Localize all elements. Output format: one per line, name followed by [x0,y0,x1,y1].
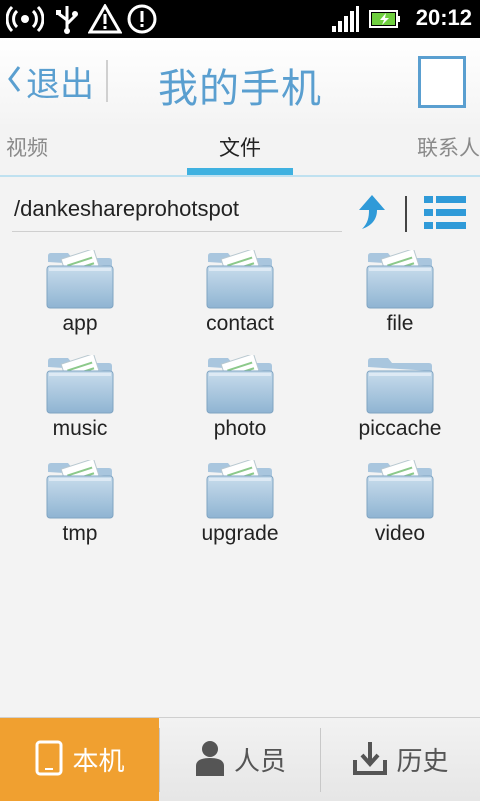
folder-icon [366,460,434,519]
folder-name: video [374,522,426,545]
path-underline [12,231,342,232]
nav-history[interactable]: 历史 [321,718,480,801]
folder-item[interactable]: piccache [320,355,480,441]
nav-people[interactable]: 人员 [160,718,320,801]
folder-icon [206,460,274,519]
tab-files[interactable]: 文件 [0,132,480,162]
signal-icon [330,4,360,38]
tab-contacts[interactable]: 联系人 [417,132,480,162]
folder-item[interactable]: upgrade [160,460,320,546]
folder-name: piccache [358,417,442,440]
current-path: /dankeshareprohotspot [14,196,240,221]
folder-name: photo [213,417,267,440]
folder-icon [206,355,274,414]
nav-local[interactable]: 本机 [0,718,159,801]
list-view-button[interactable] [424,194,466,236]
nav-people-label: 人员 [233,747,286,777]
folder-name: file [386,312,414,335]
battery-charging-icon [368,4,402,38]
usb-icon [54,4,80,38]
alert-icon [126,4,158,38]
folder-item[interactable]: video [320,460,480,546]
folder-item[interactable]: music [0,355,160,441]
status-time: 20:12 [415,5,472,30]
folder-icon [46,355,114,414]
folder-icon [46,460,114,519]
arrow-up-icon [356,195,388,236]
folder-name: music [52,417,108,440]
folder-name: contact [206,312,274,335]
folder-name: tmp [62,522,98,545]
page-title: 我的手机 [158,66,322,112]
folder-icon [366,250,434,309]
tabs-divider [0,175,480,177]
folder-icon [46,250,114,309]
folder-item[interactable]: contact [160,250,320,336]
hotspot-icon [5,4,45,38]
folder-icon [366,358,434,414]
up-directory-button[interactable] [356,192,388,236]
folder-item[interactable]: app [0,250,160,336]
folder-item[interactable]: file [320,250,480,336]
folder-item[interactable]: photo [160,355,320,441]
path-separator [405,196,407,232]
folder-name: app [62,312,98,335]
warning-icon [87,2,123,38]
folder-icon [206,250,274,309]
nav-history-label: 历史 [396,747,449,777]
tab-indicator [187,168,293,175]
list-icon [424,196,466,236]
select-all-button[interactable] [418,56,466,108]
person-icon [194,740,226,780]
tab-bar: 视频 文件 联系人 [0,124,480,176]
tablet-icon [34,740,64,780]
status-bar: 20:12 [0,0,480,38]
folder-item[interactable]: tmp [0,460,160,546]
nav-local-label: 本机 [72,747,125,777]
path-bar: /dankeshareprohotspot [0,180,480,236]
bottom-nav: 本机 人员 历史 [0,717,480,801]
download-icon [352,740,388,780]
title-bar: 退出 我的手机 [0,38,480,125]
folder-name: upgrade [201,522,279,545]
